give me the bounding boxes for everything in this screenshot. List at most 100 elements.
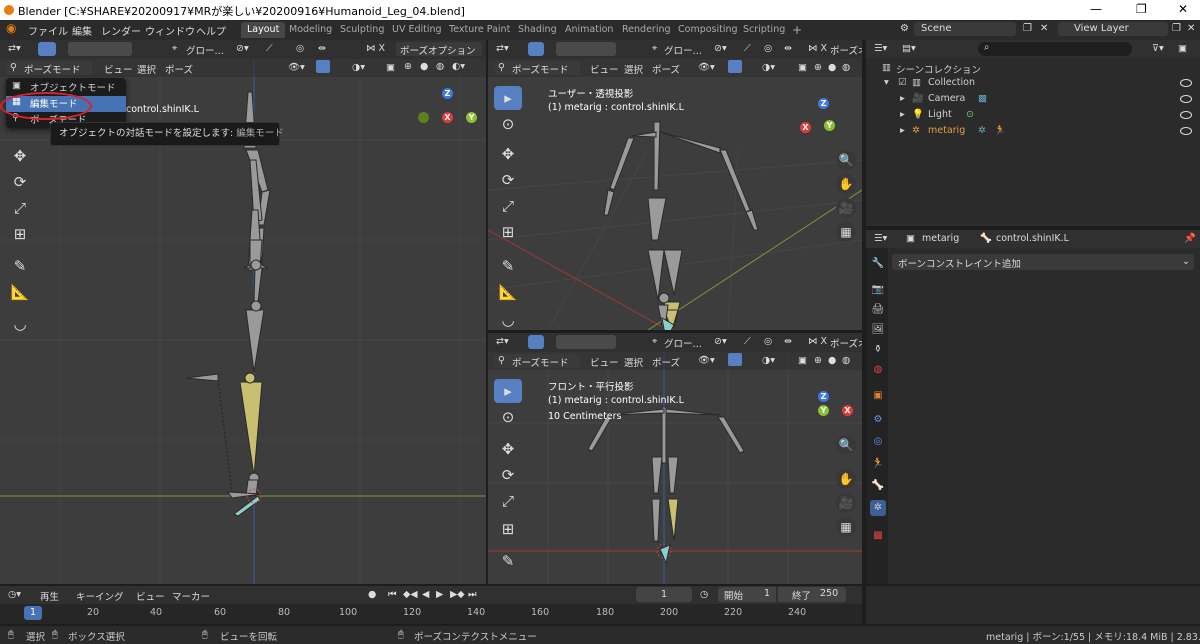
rt-pivot-icon[interactable]: ⊘▾	[714, 43, 727, 54]
rb-pan-icon[interactable]: ✋	[836, 469, 856, 489]
rb-shading-solid-icon[interactable]: ●	[828, 355, 836, 366]
menu-view[interactable]: ビュー	[104, 62, 133, 76]
rt-ortho-grid-icon[interactable]: ▦	[836, 222, 856, 242]
shading-solid-icon[interactable]: ●	[420, 61, 428, 72]
expand-collection-icon[interactable]: ▾	[884, 77, 889, 88]
expand-metarig-icon[interactable]: ▸	[900, 125, 905, 136]
tab-sculpting[interactable]: Sculpting	[334, 22, 390, 38]
outliner-display-mode-icon[interactable]: ▤▾	[902, 43, 916, 54]
filter-icon[interactable]: ⊽▾	[1152, 43, 1164, 54]
overlay-icon[interactable]: ◑▾	[352, 62, 365, 73]
jump-keyframe-forward-icon[interactable]: ▶◆	[450, 589, 465, 600]
bone-constraint-tab-icon[interactable]: ✲	[870, 500, 886, 516]
tool-tab-icon[interactable]: 🔧	[870, 256, 886, 272]
timeline-editor-icon[interactable]: ◷▾	[8, 589, 21, 600]
rt-xray-icon[interactable]: ▣	[798, 62, 807, 73]
rb-transform-icon[interactable]: ⌖	[652, 336, 657, 347]
mirror-x-icon[interactable]: ⋈ X	[366, 43, 385, 54]
rt-annotate-tool-icon[interactable]: ✎	[494, 254, 522, 278]
rb-zoom-icon[interactable]: 🔍	[836, 435, 856, 455]
collection-checkbox-icon[interactable]: ☑	[898, 77, 907, 88]
world-tab-icon[interactable]: ◍	[870, 362, 886, 378]
rb-snap-icon[interactable]: ⟋	[744, 336, 751, 347]
menu-file[interactable]: ファイル	[28, 23, 68, 38]
rb-move-tool-icon[interactable]: ✥	[494, 437, 522, 461]
pose-relax-tool-icon[interactable]: ◡	[6, 312, 34, 336]
rt-scale-tool-icon[interactable]: ⤢	[494, 194, 522, 218]
outliner-row-camera[interactable]: ▸ 🎥 Camera ▩	[866, 93, 1200, 109]
rt-move-tool-icon[interactable]: ✥	[494, 142, 522, 166]
pin-icon[interactable]: 📌	[1184, 233, 1196, 244]
rt-editor-type-icon[interactable]: ⇄▾	[496, 43, 509, 54]
rt-menu-pose[interactable]: ポーズ	[652, 62, 680, 76]
tab-scripting[interactable]: Scripting	[737, 22, 791, 38]
rt-axis-z[interactable]: Z	[818, 98, 829, 109]
rt-relax-tool-icon[interactable]: ◡	[494, 308, 522, 330]
rb-pose-options[interactable]: ポーズオ	[830, 336, 862, 350]
close-button[interactable]: ✕	[1178, 2, 1188, 16]
move-tool-icon[interactable]: ✥	[6, 144, 34, 168]
armature-data-icon[interactable]: ✲	[978, 125, 986, 136]
rb-overlay-icon[interactable]: ◑▾	[762, 355, 775, 366]
pose-data-icon[interactable]: 🏃	[994, 125, 1006, 136]
outliner-row-collection[interactable]: ▾ ☑ ▥ Collection	[866, 77, 1200, 93]
rt-transform-select[interactable]: グロー…	[664, 43, 702, 57]
shading-wire-icon[interactable]: ⊕	[404, 61, 412, 72]
rt-rotate-tool-icon[interactable]: ⟳	[494, 168, 522, 192]
mirror-icon[interactable]: ⇹	[318, 43, 326, 54]
rb-axis-z[interactable]: Z	[818, 391, 829, 402]
jump-keyframe-back-icon[interactable]: ◆◀	[403, 589, 418, 600]
tab-compositing[interactable]: Compositing	[672, 22, 744, 38]
light-data-icon[interactable]: ⊙	[966, 109, 974, 120]
end-frame-field[interactable]: 終了 250	[778, 587, 846, 602]
blender-menu-icon[interactable]: ◉	[6, 21, 16, 35]
scene-tab-icon[interactable]: ⚱	[870, 342, 886, 358]
add-bone-constraint-dropdown[interactable]: ボーンコンストレイント追加 ⌄	[892, 254, 1194, 270]
rt-select-mode-buttons[interactable]	[556, 42, 616, 56]
editor-type-icon[interactable]: ⇄▾	[8, 43, 21, 54]
shading-material-icon[interactable]: ◍	[436, 61, 444, 72]
rotate-tool-icon[interactable]: ⟳	[6, 170, 34, 194]
rb-select-tool-icon[interactable]: ▸	[494, 379, 522, 403]
rt-select-tool-icon[interactable]: ▸	[494, 86, 522, 110]
menu-help[interactable]: ヘルプ	[196, 23, 226, 38]
select-tweak-icon[interactable]	[38, 42, 56, 56]
rb-mirror-icon[interactable]: ⇹	[784, 336, 792, 347]
tab-shading[interactable]: Shading	[512, 22, 563, 38]
output-tab-icon[interactable]: 🖨	[870, 302, 886, 318]
tab-texture-paint[interactable]: Texture Paint	[443, 22, 516, 38]
new-collection-icon[interactable]: ▣	[1178, 43, 1187, 54]
rb-annotate-tool-icon[interactable]: ✎	[494, 549, 522, 573]
scene-icon[interactable]: ⚙	[900, 23, 912, 37]
rt-axis-x[interactable]: X	[800, 122, 811, 133]
metarig-visibility-icon[interactable]	[1180, 127, 1192, 135]
scale-tool-icon[interactable]: ⤢	[6, 196, 34, 220]
right-bottom-3d-viewport[interactable]: ⇄▾ ⌖ グロー… ⊘▾ ⟋ ◎ ⇹ ⋈ X ポーズオ ⚲ ポーズモード ビュー…	[488, 333, 862, 584]
axis-neg-y[interactable]	[418, 112, 429, 123]
rb-pivot-icon[interactable]: ⊘▾	[714, 336, 727, 347]
rb-camera-icon[interactable]: 🎥	[836, 493, 856, 513]
expand-light-icon[interactable]: ▸	[900, 109, 905, 120]
texture-tab-icon[interactable]: ▩	[870, 528, 886, 544]
rt-menu-view[interactable]: ビュー	[590, 62, 619, 76]
camera-visibility-icon[interactable]	[1180, 95, 1192, 103]
rt-shading-solid-icon[interactable]: ●	[828, 62, 836, 73]
rb-shading-material-icon[interactable]: ◍	[842, 355, 850, 366]
rt-transform-tool-icon[interactable]: ⊞	[494, 220, 522, 244]
scene-copy-icon[interactable]: ❐	[1023, 23, 1032, 34]
menu-window[interactable]: ウィンドウ	[145, 23, 195, 38]
expand-camera-icon[interactable]: ▸	[900, 93, 905, 104]
object-tab-icon[interactable]: ▣	[870, 388, 886, 404]
rb-editor-type-icon[interactable]: ⇄▾	[496, 336, 509, 347]
rt-cursor-tool-icon[interactable]: ⊙	[494, 112, 522, 136]
minimize-button[interactable]: —	[1090, 2, 1102, 16]
shading-rendered-icon[interactable]: ◐▾	[452, 61, 465, 72]
properties-editor-type-icon[interactable]: ☰▾	[874, 233, 887, 244]
rt-mirror-x-icon[interactable]: ⋈ X	[808, 43, 827, 54]
transform-orientation-select[interactable]: グロー…	[186, 43, 224, 57]
rb-axis-y[interactable]: Y	[818, 405, 829, 416]
axis-x[interactable]: X	[442, 112, 453, 123]
start-frame-field[interactable]: 開始 1	[718, 587, 776, 602]
view-layer-tab-icon[interactable]: 🖼	[870, 322, 886, 338]
modifiers-tab-icon[interactable]: ⚙	[870, 412, 886, 428]
